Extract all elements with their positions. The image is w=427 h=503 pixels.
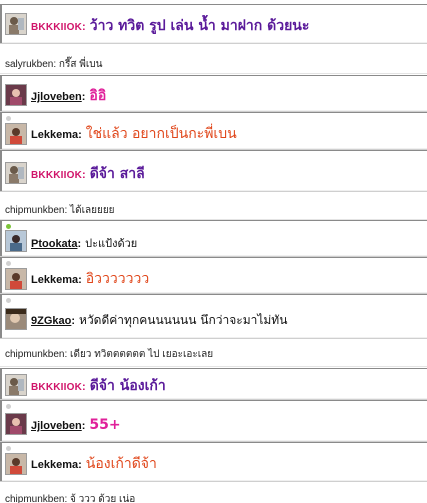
status-dot-icon [6, 116, 11, 121]
status-dot-icon [6, 404, 11, 409]
user-avatar-bkkkiiok[interactable] [5, 162, 27, 184]
chat-message: BKKKIIOK: ดีจ้า สาลี [0, 150, 427, 192]
message-text: ดีจ้า สาลี [89, 166, 145, 182]
chat-message: Lekkema: น้องเก้าดีจ้า [0, 442, 427, 482]
chat-message: chipmunkben: จ้ ววว ด้วย เน่อ [0, 486, 427, 503]
chat-message: 9ZGkao: หวัดดีค่าทุกคนนนนนน นึกว่าจะมาไม่… [0, 294, 427, 339]
status-dot-icon [6, 298, 11, 303]
chat-message: salyrukben: กรี๊ส พี่เบน [0, 48, 427, 74]
message-text: chipmunkben: ได้เลยยยย [5, 205, 115, 216]
chat-message: BKKKIIOK: ว้าว ทวิต รูป เล่น น้ำ มาฝาก ด้… [0, 4, 427, 44]
message-text: อิววววววว [85, 271, 150, 287]
user-avatar-jjloveben[interactable] [5, 413, 27, 435]
username-bkkkiiok[interactable]: BKKKIIOK [31, 170, 82, 181]
username-bkkkiiok[interactable]: BKKKIIOK [31, 382, 82, 393]
user-avatar-ptookata[interactable] [5, 230, 27, 252]
user-avatar-lekkema[interactable] [5, 453, 27, 475]
username-lekkema[interactable]: Lekkema [31, 129, 78, 141]
chat-message: Lekkema: ใช่แล้ว อยากเป็นกะพี่เบน [0, 112, 427, 150]
chat-message: Lekkema: อิววววววว [0, 257, 427, 294]
user-avatar-bkkkiiok[interactable] [5, 374, 27, 396]
message-text: chipmunkben: จ้ ววว ด้วย เน่อ [5, 494, 136, 503]
message-text: chipmunkben: เดียว ทวิตตตตตต ไป เยอะเอะเ… [5, 349, 214, 360]
user-avatar-jjloveben[interactable] [5, 84, 27, 106]
username-jjloveben[interactable]: Jjloveben [31, 91, 82, 103]
message-text: ดีจ้า น้องเก้า [89, 378, 166, 394]
user-avatar-9zgkao[interactable] [5, 308, 27, 330]
user-avatar-bkkkiiok[interactable] [5, 13, 27, 35]
status-dot-icon [6, 261, 11, 266]
username-lekkema[interactable]: Lekkema [31, 459, 78, 471]
chat-message: chipmunkben: เดียว ทวิตตตตตต ไป เยอะเอะเ… [0, 339, 427, 367]
username-bkkkiiok[interactable]: BKKKIIOK [31, 22, 82, 33]
chat-message: BKKKIIOK: ดีจ้า น้องเก้า [0, 368, 427, 400]
message-text: อิอิ [89, 88, 107, 104]
message-text: หวัดดีค่าทุกคนนนนนน นึกว่าจะมาไม่ทัน [79, 313, 288, 327]
message-text: น้องเก้าดีจ้า [85, 456, 157, 472]
chat-log[interactable]: BKKKIIOK: ว้าว ทวิต รูป เล่น น้ำ มาฝาก ด้… [0, 0, 427, 503]
chat-message: Ptookata: ปะแป้งด้วย [0, 220, 427, 257]
status-dot-icon [6, 446, 11, 451]
user-avatar-lekkema[interactable] [5, 123, 27, 145]
online-status-icon [6, 224, 11, 229]
chat-message: Jjloveben: อิอิ [0, 75, 427, 112]
username-ptookata[interactable]: Ptookata [31, 238, 77, 250]
username-lekkema[interactable]: Lekkema [31, 274, 78, 286]
message-text: ปะแป้งด้วย [85, 237, 138, 250]
message-text: 55+ [89, 417, 121, 433]
message-text: salyrukben: กรี๊ส พี่เบน [5, 59, 103, 70]
chat-message: chipmunkben: ได้เลยยยย [0, 196, 427, 220]
message-text: ใช่แล้ว อยากเป็นกะพี่เบน [85, 126, 237, 142]
message-text: ว้าว ทวิต รูป เล่น น้ำ มาฝาก ด้วยนะ [89, 18, 310, 34]
username-jjloveben[interactable]: Jjloveben [31, 420, 82, 432]
user-avatar-lekkema[interactable] [5, 268, 27, 290]
username-9zgkao[interactable]: 9ZGkao [31, 315, 71, 327]
chat-message: Jjloveben: 55+ [0, 400, 427, 442]
